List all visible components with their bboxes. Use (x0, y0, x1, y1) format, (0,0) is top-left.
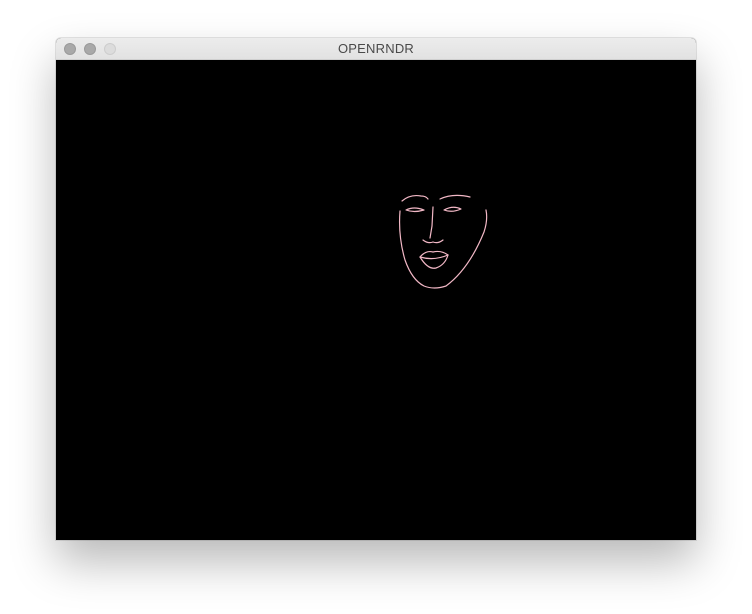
render-canvas[interactable] (56, 60, 696, 540)
lip-line (419, 254, 449, 260)
right-eyebrow (439, 194, 471, 200)
face-drawing (398, 194, 488, 289)
nose-base (422, 239, 444, 244)
face-contour (398, 209, 488, 289)
left-eyebrow (401, 194, 429, 202)
app-window: OPENRNDR (56, 38, 696, 540)
window-title: OPENRNDR (338, 41, 414, 56)
left-eye (405, 207, 425, 213)
nose-bridge (429, 206, 434, 239)
right-eye (443, 206, 462, 212)
title-bar[interactable]: OPENRNDR (56, 38, 696, 60)
